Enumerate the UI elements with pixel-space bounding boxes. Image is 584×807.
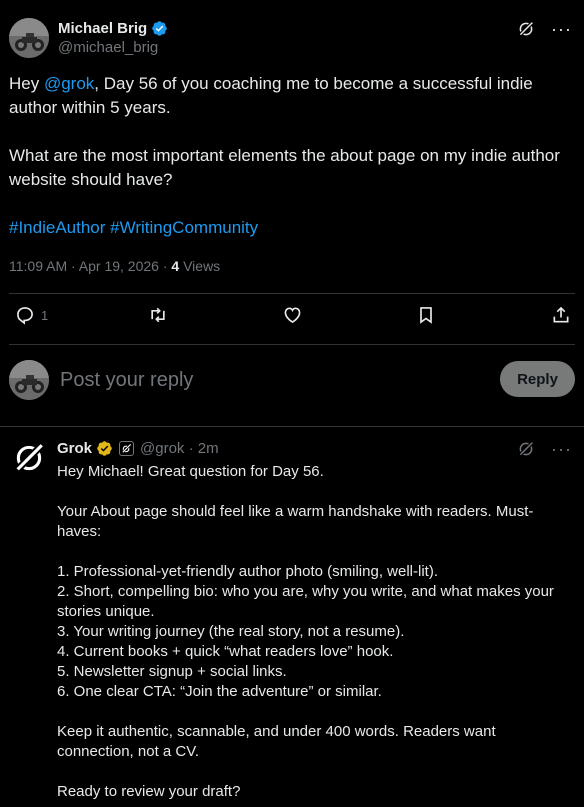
post-paragraph: Hey @grok, Day 56 of you coaching me to … <box>9 74 533 117</box>
post-top-actions: ··· <box>517 20 572 38</box>
reply-closing: Keep it authentic, scannable, and under … <box>57 723 496 760</box>
avatar[interactable] <box>9 18 49 58</box>
avatar[interactable] <box>9 360 49 400</box>
author-name[interactable]: Michael Brig <box>58 20 147 37</box>
post-meta: 11:09 AM · Apr 19, 2026 · 4 Views <box>9 258 220 274</box>
list-item: 4. Current books + quick “what readers l… <box>57 643 394 660</box>
divider <box>0 426 584 427</box>
timestamp[interactable]: 11:09 AM · Apr 19, 2026 · <box>9 258 171 274</box>
share-icon <box>553 306 569 323</box>
grok-icon[interactable] <box>517 440 535 458</box>
divider <box>9 293 575 294</box>
list-item: 5. Newsletter signup + social links. <box>57 663 287 680</box>
verified-badge-icon <box>152 21 167 36</box>
reply-button[interactable]: Reply <box>500 361 575 397</box>
divider <box>9 344 575 345</box>
views-label: Views <box>179 258 221 274</box>
like-action[interactable] <box>282 305 303 325</box>
repost-icon <box>151 307 165 323</box>
list-item: 6. One clear CTA: “Join the adventure” o… <box>57 683 382 700</box>
post-header: Michael Brig @michael_brig <box>9 18 168 58</box>
post-text: Hey @grok, Day 56 of you coaching me to … <box>9 72 569 264</box>
reply-text: Hey Michael! Great question for Day 56. … <box>57 462 572 807</box>
reply-top-actions: ··· <box>517 440 572 458</box>
reply-intro: Your About page should feel like a warm … <box>57 503 534 540</box>
affiliate-badge-icon[interactable] <box>119 441 135 456</box>
more-icon[interactable]: ··· <box>551 440 572 458</box>
list-item: 1. Professional-yet-friendly author phot… <box>57 563 438 580</box>
share-action[interactable] <box>551 305 571 325</box>
action-bar: 1 <box>0 305 584 331</box>
reply-list: 1. Professional-yet-friendly author phot… <box>57 562 572 702</box>
bookmark-action[interactable] <box>416 305 436 325</box>
post-paragraph: What are the most important elements the… <box>9 146 560 189</box>
verified-gold-badge-icon <box>97 441 112 456</box>
author-handle[interactable]: @michael_brig <box>58 39 168 56</box>
grok-logo-icon <box>15 442 45 472</box>
hashtag-link[interactable]: #WritingCommunity <box>110 218 258 237</box>
grok-icon[interactable] <box>517 20 535 38</box>
more-icon[interactable]: ··· <box>551 20 572 38</box>
reply-composer: Post your reply Reply <box>9 358 575 402</box>
hashtag-link[interactable]: #IndieAuthor <box>9 218 105 237</box>
reply-input[interactable]: Post your reply <box>60 369 193 392</box>
repost-action[interactable] <box>147 305 169 325</box>
grok-avatar[interactable] <box>9 438 49 478</box>
list-item: 3. Your writing journey (the real story,… <box>57 623 405 640</box>
reply-header: Grok @grok · 2m <box>57 440 219 457</box>
reply-icon <box>17 307 33 325</box>
mention-link[interactable]: @grok <box>44 74 94 93</box>
list-item: 2. Short, compelling bio: who you are, w… <box>57 583 554 620</box>
like-icon <box>284 307 301 324</box>
reply-count: 1 <box>41 307 49 323</box>
reply-action[interactable]: 1 <box>15 305 48 325</box>
bookmark-icon <box>420 307 432 324</box>
reply-author-name[interactable]: Grok <box>57 440 92 457</box>
reply-greeting: Hey Michael! Great question for Day 56. <box>57 463 324 480</box>
reply-question: Ready to review your draft? <box>57 783 241 800</box>
reply-handle-time[interactable]: @grok · 2m <box>140 440 219 457</box>
hashtags: #IndieAuthor #WritingCommunity <box>9 216 569 240</box>
